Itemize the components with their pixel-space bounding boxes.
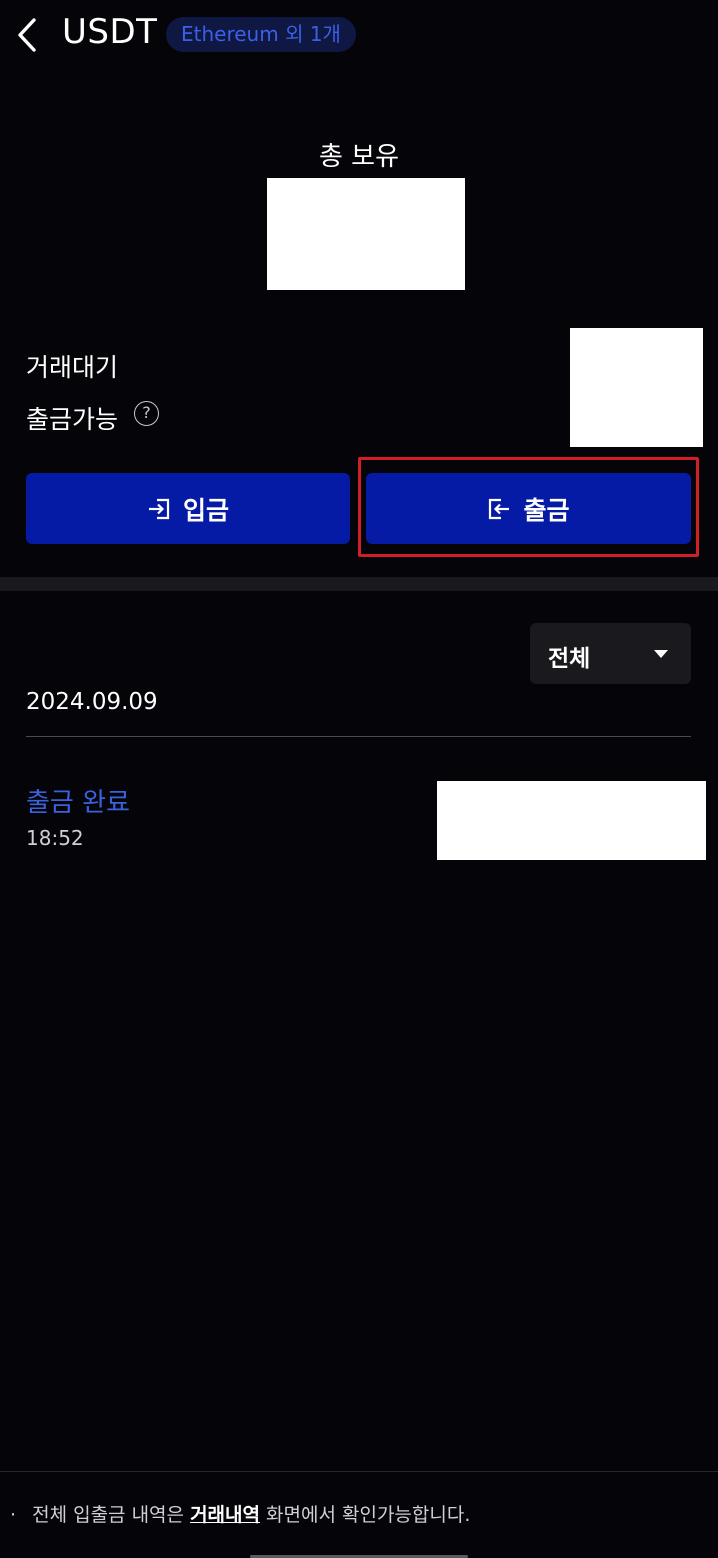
date-divider <box>26 736 691 737</box>
footer-bullet: · <box>10 1504 17 1526</box>
date-header: 2024.09.09 <box>26 689 158 715</box>
section-divider <box>0 577 718 591</box>
withdraw-icon <box>489 498 510 519</box>
back-arrow-icon[interactable] <box>14 16 44 54</box>
pending-label: 거래대기 <box>26 353 119 382</box>
footer-note-suffix: 화면에서 확인가능합니다. <box>266 1504 471 1526</box>
available-label: 출금가능 <box>26 405 119 434</box>
total-holdings-value-redacted <box>267 178 465 290</box>
footer-divider <box>0 1471 718 1472</box>
pending-available-values-redacted <box>570 328 703 447</box>
filter-dropdown[interactable]: 전체 <box>530 623 691 684</box>
footer-note-prefix: 전체 입출금 내역은 <box>32 1504 185 1526</box>
usdt-asset-screen: USDT Ethereum 외 1개 총 보유 거래대기 출금가능 ? 입금 출… <box>0 0 718 1558</box>
total-holdings-label: 총 보유 <box>318 142 400 172</box>
network-badge[interactable]: Ethereum 외 1개 <box>166 17 356 52</box>
withdraw-button-label: 출금 <box>523 495 570 525</box>
chevron-down-icon <box>654 650 668 658</box>
page-title: USDT <box>62 12 158 52</box>
transaction-amount-redacted <box>437 781 706 860</box>
transaction-row[interactable]: 출금 완료 18:52 <box>0 760 718 870</box>
footer-note: · 전체 입출금 내역은 거래내역 화면에서 확인가능합니다. <box>10 1500 470 1527</box>
filter-selected-label: 전체 <box>548 646 591 672</box>
question-circle-icon[interactable]: ? <box>134 401 159 426</box>
deposit-icon <box>148 498 170 519</box>
deposit-button-label: 입금 <box>182 495 229 525</box>
deposit-button[interactable]: 입금 <box>26 473 350 544</box>
transaction-status: 출금 완료 <box>26 788 130 818</box>
withdraw-button[interactable]: 출금 <box>366 473 691 544</box>
transaction-history-link[interactable]: 거래내역 <box>190 1504 260 1526</box>
transaction-time: 18:52 <box>26 826 84 850</box>
